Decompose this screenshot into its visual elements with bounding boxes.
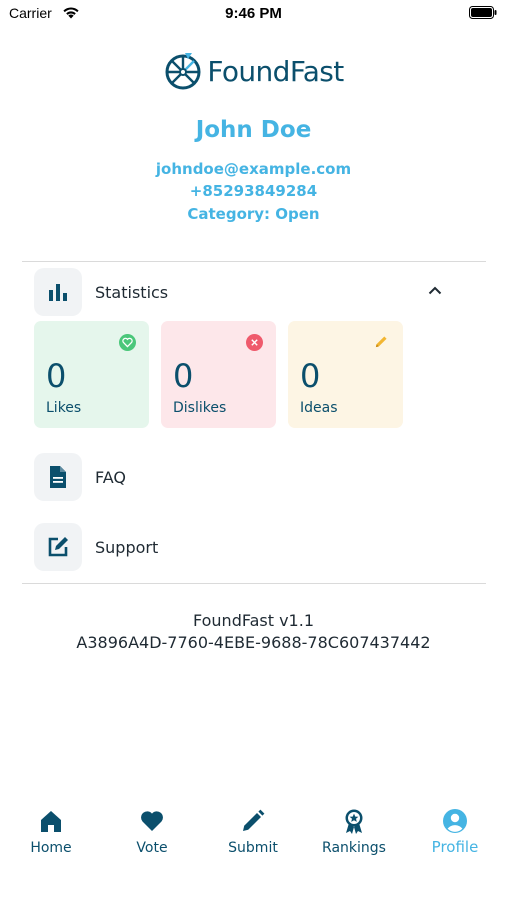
battery-icon [469,6,497,19]
tab-profile[interactable]: Profile [405,800,505,864]
ideas-card: 0 Ideas [288,321,403,428]
tab-rankings[interactable]: Rankings [304,800,404,864]
chevron-up-icon[interactable] [428,285,442,295]
tab-rankings-label: Rankings [322,840,386,856]
tab-profile-label: Profile [431,838,479,856]
support-icon-box [34,523,82,571]
profile-phone: +85293849284 [189,182,318,200]
app-version: FoundFast v1.1 [192,611,314,630]
faq-label: FAQ [95,467,126,487]
app-logo: FoundFast [0,48,507,94]
likes-card: 0 Likes [34,321,149,428]
tab-submit-label: Submit [228,840,278,856]
tab-bar: Home Vote Submit Rankings Profile [0,800,507,870]
tab-vote-label: Vote [136,840,168,856]
faq-icon-box [34,453,82,501]
logo-wordmark: FoundFast [207,54,344,88]
compass-logo-icon [165,53,201,90]
likes-count: 0 [46,357,67,395]
profile-name: John Doe [195,117,312,143]
user-circle-icon [443,809,467,833]
tab-home-label: Home [30,840,72,856]
ideas-count: 0 [300,357,321,395]
pencil-icon [375,336,387,348]
profile-category: Category: Open [187,205,320,223]
tab-submit[interactable]: Submit [203,800,303,864]
divider [22,261,486,262]
statistics-icon-box [34,268,82,316]
divider [22,583,486,584]
faq-row[interactable]: FAQ [22,448,486,506]
support-row[interactable]: Support [22,518,486,576]
dislikes-card: 0 Dislikes [161,321,276,428]
statistics-row[interactable]: Statistics [22,263,486,321]
status-bar: Carrier 9:46 PM [0,0,507,28]
close-icon [246,334,263,351]
ideas-label: Ideas [300,400,338,416]
dislikes-count: 0 [173,357,194,395]
clock: 9:46 PM [225,5,282,22]
statistics-label: Statistics [95,282,169,302]
tab-home[interactable]: Home [1,800,101,864]
profile-email: johndoe@example.com [155,160,352,178]
award-icon [345,809,363,834]
likes-label: Likes [46,400,82,416]
device-id: A3896A4D-7760-4EBE-9688-78C607437442 [76,633,431,652]
home-icon [41,811,61,832]
heart-icon [141,811,163,831]
heart-icon [119,334,136,351]
pencil-icon [243,809,265,831]
tab-vote[interactable]: Vote [102,800,202,864]
support-label: Support [95,537,159,557]
bar-chart-icon [49,284,67,301]
document-icon [50,466,66,488]
edit-square-icon [48,537,68,557]
dislikes-label: Dislikes [173,400,227,416]
